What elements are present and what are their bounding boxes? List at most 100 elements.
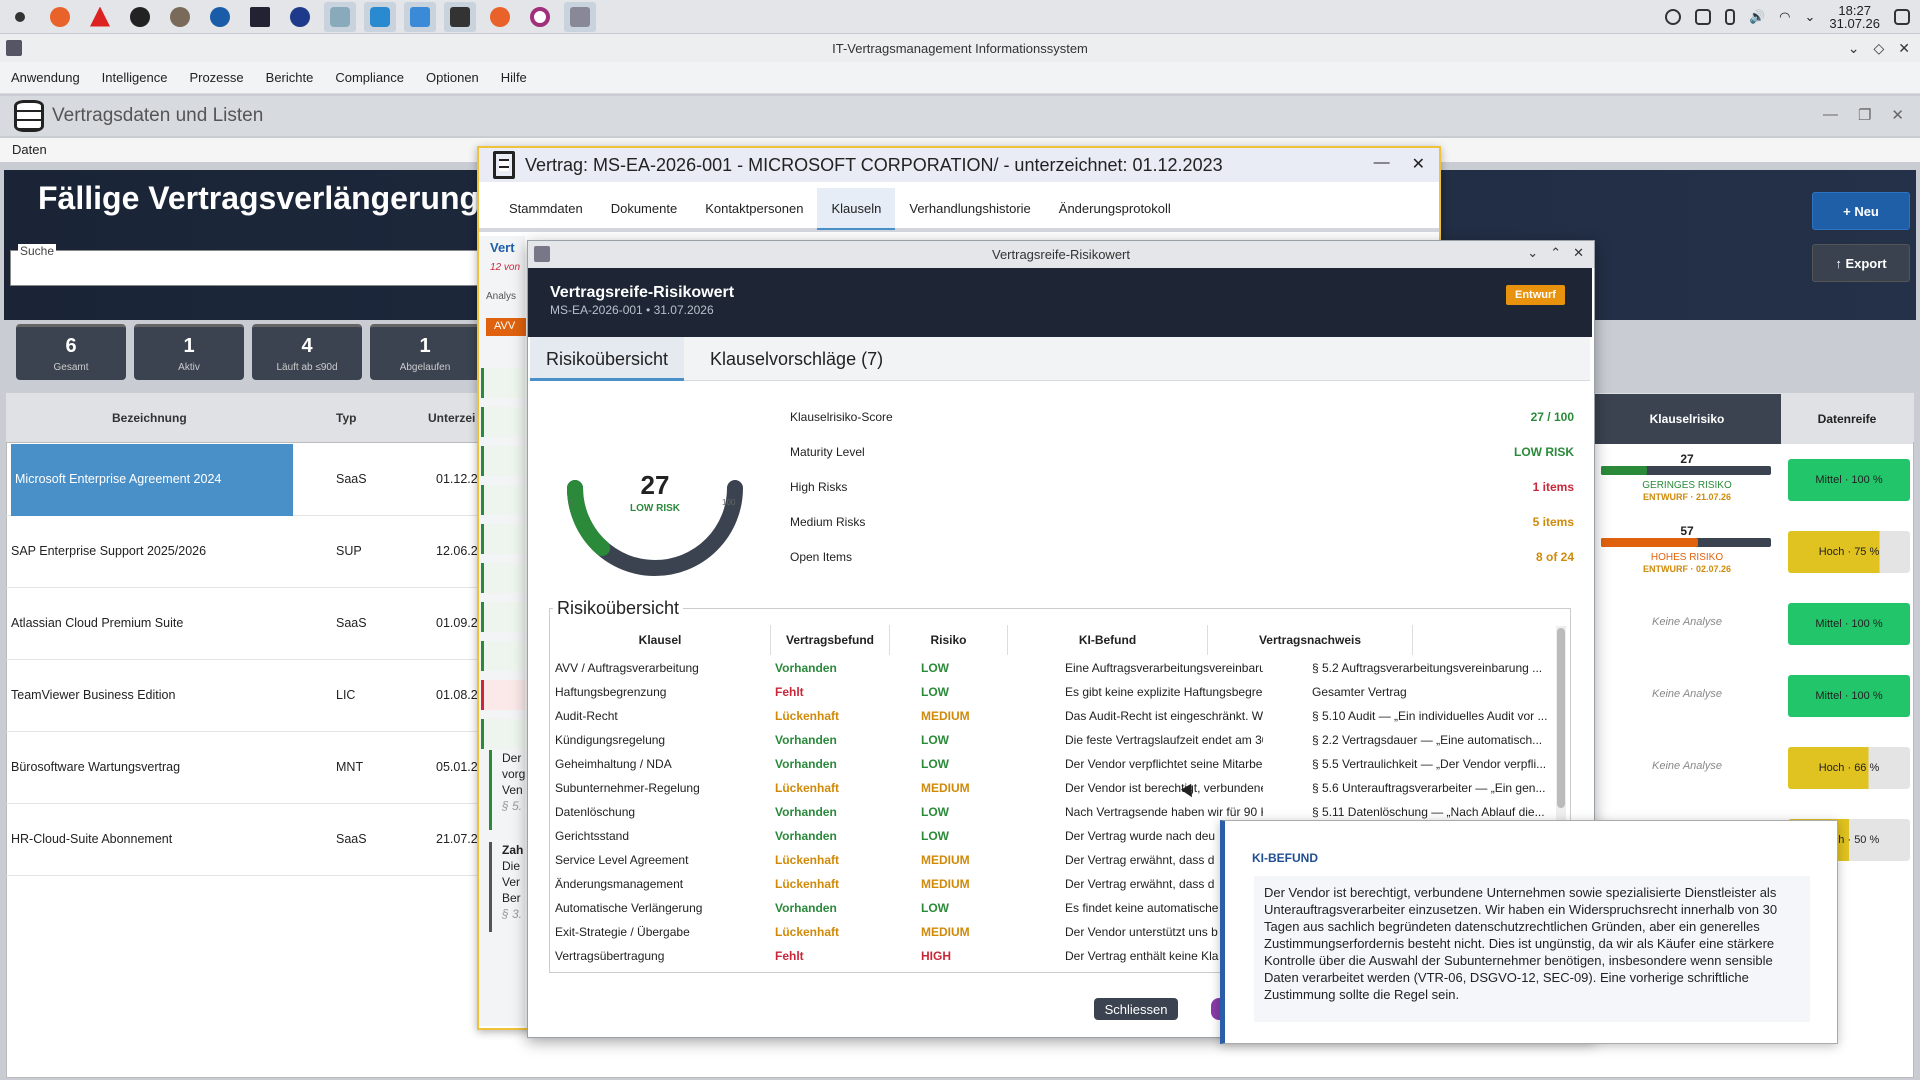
stat-aktiv[interactable]: 1 Aktiv — [134, 324, 244, 380]
col-unterzeichnet[interactable]: Unterzei — [428, 411, 475, 425]
rcol-nachweis[interactable]: Vertragsnachweis — [1208, 625, 1413, 655]
risk-ki[interactable]: Der Vendor verpflichtet seine Mitarbeite… — [1065, 757, 1263, 771]
klauselrisiko-cell[interactable]: Keine Analyse — [1593, 732, 1781, 804]
app-red-icon[interactable] — [84, 2, 116, 32]
risk-ki[interactable]: Die feste Vertragslaufzeit endet am 30. … — [1065, 733, 1263, 747]
app-nav-icon[interactable] — [284, 2, 316, 32]
col-klauselrisiko[interactable]: Klauselrisiko — [1593, 394, 1781, 444]
menu-berichte[interactable]: Berichte — [255, 70, 325, 85]
risk-ki[interactable]: Es gibt keine explizite Haftungsbegrenzu… — [1065, 685, 1263, 699]
klauselrisiko-cell[interactable]: Keine Analyse — [1593, 660, 1781, 732]
app-info-icon[interactable] — [364, 1, 396, 32]
stat-laeuft-ab[interactable]: 4 Läuft ab ≤90d — [252, 324, 362, 380]
table-row[interactable]: Bürosoftware Wartungsvertrag MNT 05.01.2 — [6, 732, 484, 804]
export-button[interactable]: ↑ Export — [1812, 244, 1910, 282]
chevron-down-icon[interactable]: ⌄ — [1804, 9, 1815, 25]
inner-minimize-icon[interactable]: — — [1823, 106, 1838, 124]
search-input[interactable] — [10, 250, 480, 286]
clause-row-checkbox[interactable] — [481, 563, 525, 593]
obs-icon[interactable] — [124, 2, 156, 32]
clause-row-checkbox[interactable] — [481, 641, 525, 671]
datenreife-cell[interactable]: Hoch · 66 % — [1788, 747, 1910, 789]
modal-close-icon[interactable]: ✕ — [1573, 245, 1584, 261]
tab-klauselvorschlaege[interactable]: Klauselvorschläge (7) — [694, 337, 899, 381]
risk-table-row[interactable]: Haftungsbegrenzung Fehlt LOW Es gibt kei… — [550, 681, 1555, 705]
tab-verhandlungshistorie[interactable]: Verhandlungshistorie — [895, 188, 1044, 230]
col-datenreife[interactable]: Datenreife — [1781, 394, 1913, 444]
risk-table-row[interactable]: Kündigungsregelung Vorhanden LOW Die fes… — [550, 729, 1555, 753]
contract-minimize-icon[interactable]: — — [1374, 154, 1390, 174]
maximize-icon[interactable]: ◇ — [1873, 40, 1884, 57]
rcol-risiko[interactable]: Risiko — [890, 625, 1008, 655]
firefox2-icon[interactable] — [484, 2, 516, 32]
app-contract-icon[interactable] — [564, 1, 596, 32]
menu-intelligence[interactable]: Intelligence — [91, 70, 179, 85]
risk-nachweis[interactable]: § 5.5 Vertraulichkeit — „Der Vendor verp… — [1312, 757, 1550, 771]
risk-table-row[interactable]: Subunternehmer-Regelung Lückenhaft MEDIU… — [550, 777, 1555, 801]
desktop-icon[interactable] — [1894, 9, 1910, 25]
clause-row-checkbox[interactable] — [481, 680, 525, 710]
datenreife-cell[interactable]: Mittel · 100 % — [1788, 603, 1910, 645]
battery-icon[interactable] — [1724, 9, 1735, 25]
close-button[interactable]: Schliessen — [1094, 998, 1178, 1020]
new-button[interactable]: + Neu — [1812, 192, 1910, 230]
datenreife-cell[interactable]: Mittel · 100 % — [1788, 459, 1910, 501]
clock[interactable]: 18:27 31.07.26 — [1829, 4, 1880, 30]
menu-optionen[interactable]: Optionen — [415, 70, 490, 85]
risk-nachweis[interactable]: § 5.11 Datenlöschung — „Nach Ablauf die.… — [1312, 805, 1550, 819]
risk-nachweis[interactable]: § 5.2 Auftragsverarbeitungsvereinbarung … — [1312, 661, 1550, 675]
clause-row-checkbox[interactable] — [481, 719, 525, 749]
risk-table-row[interactable]: AVV / Auftragsverarbeitung Vorhanden LOW… — [550, 657, 1555, 681]
volume-icon[interactable]: 🔊 — [1749, 9, 1765, 25]
risk-ki[interactable]: Eine Auftragsverarbeitungsvereinbarung (… — [1065, 661, 1263, 675]
table-scroll-thumb[interactable] — [1557, 628, 1565, 808]
tab-aenderungsprotokoll[interactable]: Änderungsprotokoll — [1045, 188, 1185, 230]
risk-nachweis[interactable]: Gesamter Vertrag — [1312, 685, 1550, 699]
stat-gesamt[interactable]: 6 Gesamt — [16, 324, 126, 380]
clipboard-icon[interactable] — [1694, 9, 1711, 25]
table-row[interactable]: SAP Enterprise Support 2025/2026 SUP 12.… — [6, 516, 484, 588]
app-ring-icon[interactable] — [524, 2, 556, 32]
menu-daten[interactable]: Daten — [12, 142, 47, 157]
updates-icon[interactable] — [1664, 9, 1681, 25]
clause-row-checkbox[interactable] — [481, 407, 525, 437]
menu-anwendung[interactable]: Anwendung — [0, 70, 91, 85]
inner-close-icon[interactable]: ✕ — [1891, 106, 1904, 124]
stat-abgelaufen[interactable]: 1 Abgelaufen — [370, 324, 480, 380]
app-hex-icon[interactable] — [324, 1, 356, 32]
risk-table-row[interactable]: Audit-Recht Lückenhaft MEDIUM Das Audit-… — [550, 705, 1555, 729]
risk-table-row[interactable]: Geheimhaltung / NDA Vorhanden LOW Der Ve… — [550, 753, 1555, 777]
contract-close-icon[interactable]: ✕ — [1412, 154, 1425, 174]
tab-kontaktpersonen[interactable]: Kontaktpersonen — [691, 188, 817, 230]
rcol-klausel[interactable]: Klausel — [550, 625, 771, 655]
rcol-befund[interactable]: Vertragsbefund — [771, 625, 890, 655]
datenreife-cell[interactable]: Mittel · 100 % — [1788, 675, 1910, 717]
clause-row-checkbox[interactable] — [481, 485, 525, 515]
menu-hilfe[interactable]: Hilfe — [490, 70, 538, 85]
modal-maximize-icon[interactable]: ⌃ — [1550, 245, 1561, 261]
firefox-icon[interactable] — [44, 2, 76, 32]
tab-klauseln[interactable]: Klauseln — [817, 188, 896, 230]
tab-risikouebersicht[interactable]: Risikoübersicht — [530, 337, 685, 381]
avv-chip[interactable]: AVV — [486, 318, 526, 336]
klauselrisiko-cell[interactable]: Keine Analyse — [1593, 588, 1781, 660]
table-row[interactable]: Microsoft Enterprise Agreement 2024 SaaS… — [6, 444, 484, 516]
clause-row-checkbox[interactable] — [481, 446, 525, 476]
tab-dokumente[interactable]: Dokumente — [597, 188, 691, 230]
modal-minimize-icon[interactable]: ⌄ — [1527, 245, 1538, 261]
col-typ[interactable]: Typ — [336, 411, 356, 425]
app-blue-icon[interactable] — [204, 2, 236, 32]
table-row[interactable]: Atlassian Cloud Premium Suite SaaS 01.09… — [6, 588, 484, 660]
risk-nachweis[interactable]: § 2.2 Vertragsdauer — „Eine automatisch.… — [1312, 733, 1550, 747]
app-window-icon[interactable] — [244, 2, 276, 32]
menu-prozesse[interactable]: Prozesse — [178, 70, 254, 85]
risk-nachweis[interactable]: § 5.6 Unterauftragsverarbeiter — „Ein ge… — [1312, 781, 1550, 795]
rcol-ki[interactable]: KI-Befund — [1008, 625, 1208, 655]
risk-ki[interactable]: Das Audit-Recht ist eingeschränkt. Wir k… — [1065, 709, 1263, 723]
risk-ki[interactable]: Der Vendor ist berechtigt, verbundene Un… — [1065, 781, 1263, 795]
minimize-icon[interactable]: ⌄ — [1848, 40, 1860, 57]
app-bird-icon[interactable] — [164, 2, 196, 32]
close-icon[interactable]: ✕ — [1898, 40, 1910, 57]
table-row[interactable]: TeamViewer Business Edition LIC 01.08.2 — [6, 660, 484, 732]
inner-restore-icon[interactable]: ❐ — [1858, 106, 1871, 124]
